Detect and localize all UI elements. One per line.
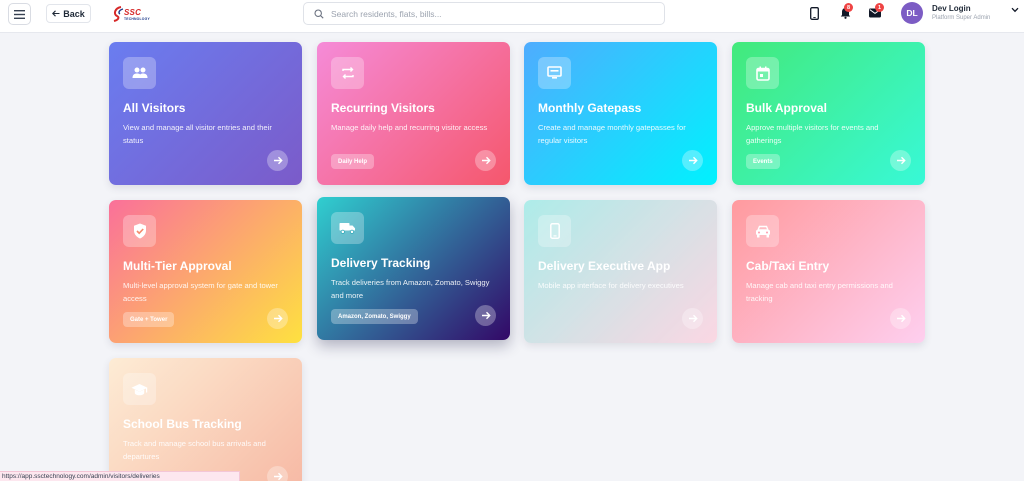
phone-icon (549, 223, 560, 239)
logo-subtext: TECHNOLOGY (124, 17, 150, 21)
card-tag: Daily Help (331, 154, 375, 169)
arrow-right-icon (896, 156, 906, 165)
mobile-view-button[interactable] (808, 6, 820, 20)
shield-check-icon (133, 223, 146, 239)
card-school-bus-tracking[interactable]: School Bus Tracking Track and manage sch… (109, 358, 302, 481)
calendar-icon (755, 66, 770, 81)
card-title: Monthly Gatepass (538, 101, 642, 115)
card-recurring-visitors[interactable]: Recurring Visitors Manage daily help and… (317, 42, 510, 185)
app-logo[interactable]: SSC TECHNOLOGY (112, 5, 158, 23)
card-description: Multi-level approval system for gate and… (123, 281, 278, 303)
message-badge: 1 (875, 3, 884, 12)
card-title: Delivery Executive App (538, 259, 671, 273)
card-title: Multi-Tier Approval (123, 259, 232, 273)
card-icon-box (746, 57, 779, 89)
arrow-right-icon (896, 314, 906, 323)
card-tag: Gate + Tower (123, 312, 175, 327)
user-name[interactable]: Dev Login (932, 4, 971, 13)
back-button[interactable]: Back (46, 4, 91, 23)
card-icon-box (331, 212, 364, 244)
card-monthly-gatepass[interactable]: Monthly Gatepass Create and manage month… (524, 42, 717, 185)
graduation-cap-icon (131, 383, 148, 395)
card-icon-box (538, 215, 571, 247)
arrow-right-icon (481, 311, 491, 320)
arrow-right-icon (273, 156, 283, 165)
card-icon-box (538, 57, 571, 89)
card-icon-box (123, 373, 156, 405)
card-icon-box (123, 57, 156, 89)
back-label: Back (63, 8, 85, 19)
card-tag: Amazon, Zomato, Swiggy (331, 309, 418, 324)
card-open-button[interactable] (890, 308, 911, 329)
user-avatar[interactable]: DL (901, 2, 923, 24)
status-bar-url: https://app.ssctechnology.com/admin/visi… (0, 471, 240, 481)
card-title: All Visitors (123, 101, 186, 115)
card-open-button[interactable] (267, 466, 288, 481)
card-open-button[interactable] (682, 150, 703, 171)
notifications-button[interactable]: 8 (838, 3, 853, 20)
messages-button[interactable]: 1 (868, 3, 884, 20)
card-description: Track deliveries from Amazon, Zomato, Sw… (331, 278, 490, 300)
card-multi-tier-approval[interactable]: Multi-Tier Approval Multi-level approval… (109, 200, 302, 343)
search-box[interactable] (303, 2, 665, 25)
user-role: Platform Super Admin (932, 15, 991, 21)
logo-text: SSC (124, 8, 142, 17)
card-description: View and manage all visitor entries and … (123, 123, 272, 145)
card-title: Bulk Approval (746, 101, 827, 115)
hamburger-icon (14, 9, 25, 19)
card-open-button[interactable] (682, 308, 703, 329)
menu-button[interactable] (8, 3, 31, 25)
search-input[interactable] (331, 6, 651, 22)
card-description: Track and manage school bus arrivals and… (123, 439, 266, 461)
card-open-button[interactable] (475, 305, 496, 326)
card-open-button[interactable] (890, 150, 911, 171)
arrow-right-icon (688, 156, 698, 165)
card-tag: Events (746, 154, 780, 169)
card-open-button[interactable] (475, 150, 496, 171)
card-open-button[interactable] (267, 150, 288, 171)
card-delivery-executive-app[interactable]: Delivery Executive App Mobile app interf… (524, 200, 717, 343)
users-icon (132, 67, 147, 78)
card-bulk-approval[interactable]: Bulk Approval Approve multiple visitors … (732, 42, 925, 185)
card-delivery-tracking[interactable]: Delivery Tracking Track deliveries from … (317, 197, 510, 340)
arrow-right-icon (688, 314, 698, 323)
search-icon (314, 9, 324, 19)
card-title: Cab/Taxi Entry (746, 259, 830, 273)
arrow-left-icon (52, 10, 60, 17)
card-description: Manage daily help and recurring visitor … (331, 123, 488, 132)
card-cab-taxi-entry[interactable]: Cab/Taxi Entry Manage cab and taxi entry… (732, 200, 925, 343)
arrow-right-icon (273, 314, 283, 323)
card-icon-box (331, 57, 364, 89)
card-title: Recurring Visitors (331, 101, 435, 115)
card-description: Manage cab and taxi entry permissions an… (746, 281, 893, 303)
car-icon (755, 225, 770, 237)
card-description: Create and manage monthly gatepasses for… (538, 123, 686, 145)
monitor-icon (547, 66, 562, 79)
card-title: Delivery Tracking (331, 256, 431, 270)
phone-icon (809, 6, 819, 20)
card-icon-box (746, 215, 779, 247)
card-title: School Bus Tracking (123, 417, 242, 431)
card-all-visitors[interactable]: All Visitors View and manage all visitor… (109, 42, 302, 185)
top-bar: Back SSC TECHNOLOGY 8 1 DL Dev Login Pla… (0, 0, 1024, 33)
card-description: Approve multiple visitors for events and… (746, 123, 879, 145)
card-icon-box (123, 215, 156, 247)
arrow-right-icon (481, 156, 491, 165)
card-description: Mobile app interface for delivery execut… (538, 281, 684, 290)
chevron-down-icon[interactable] (1011, 7, 1019, 13)
repeat-icon (341, 67, 354, 79)
card-open-button[interactable] (267, 308, 288, 329)
arrow-right-icon (273, 472, 283, 481)
truck-icon (339, 223, 355, 234)
notification-badge: 8 (844, 3, 853, 12)
